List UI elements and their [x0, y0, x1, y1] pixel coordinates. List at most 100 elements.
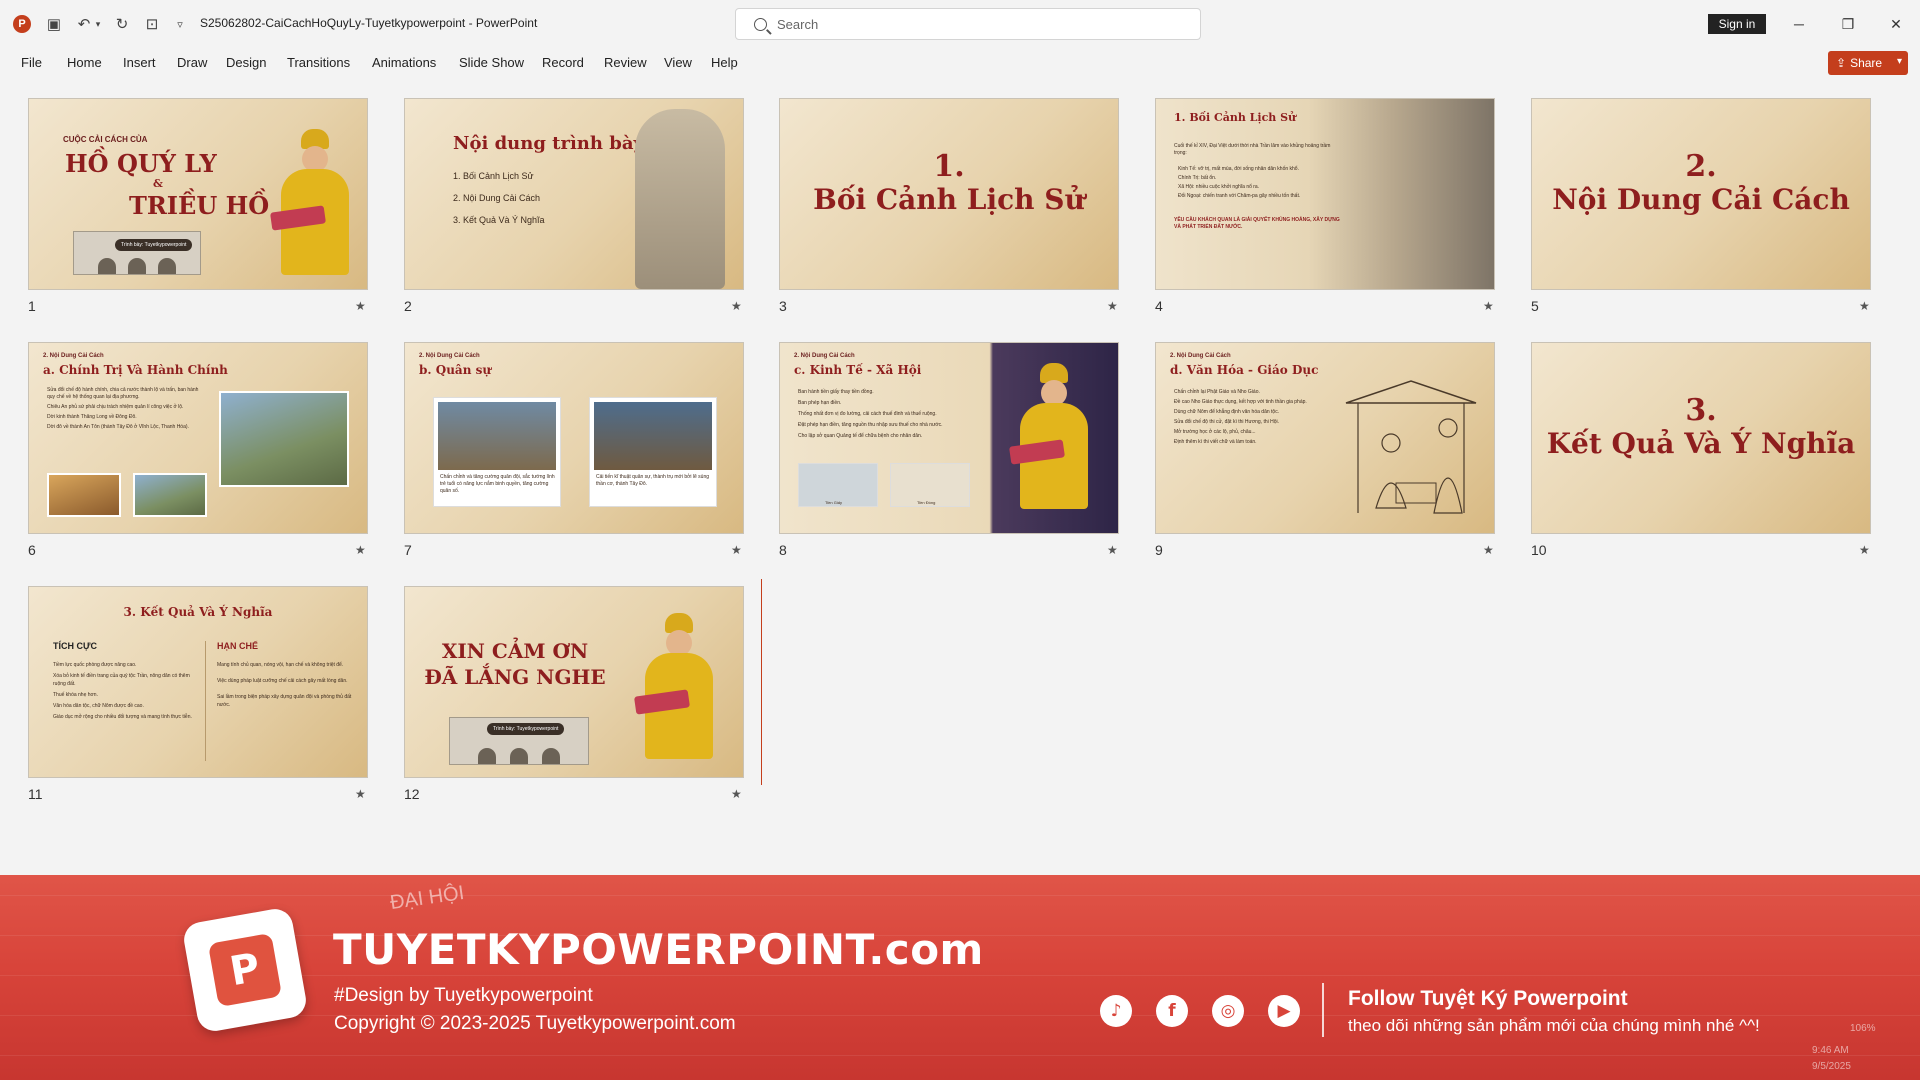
slide-7-title: b. Quân sự	[419, 363, 492, 377]
list-item: Thuế khóa nhẹ hơn.	[53, 692, 98, 698]
transition-star-icon: ★	[1859, 543, 1870, 557]
bullet-item: Sửa đổi chế độ hành chính, chia cả nước …	[47, 387, 199, 400]
slide-thumbnail-9[interactable]: 2. Nội Dung Cải Cách d. Văn Hóa - Giáo D…	[1155, 342, 1495, 534]
zoom-level: 106%	[1850, 1023, 1876, 1034]
banner-divider	[1322, 983, 1324, 1037]
tab-record[interactable]: Record	[542, 55, 584, 70]
slide-thumbnail-6[interactable]: 2. Nội Dung Cải Cách a. Chính Trị Và Hàn…	[28, 342, 368, 534]
insertion-cursor	[761, 579, 762, 785]
undo-dropdown-icon[interactable]: ▾	[92, 14, 104, 34]
citadel-photo	[219, 391, 349, 487]
slide-thumbnail-3[interactable]: 1. Bối Cảnh Lịch Sử	[779, 98, 1119, 290]
undo-icon[interactable]: ↶	[74, 14, 94, 34]
slide-12-line2: ĐÃ LẮNG NGHE	[424, 665, 606, 689]
slide-thumbnail-8[interactable]: 2. Nội Dung Cải Cách c. Kinh Tế - Xã Hội…	[779, 342, 1119, 534]
slide-10-number: 3.	[1685, 393, 1717, 428]
agenda-item: 3. Kết Quả Và Ý Nghĩa	[453, 215, 545, 225]
title-bar: P ▣ ↶ ▾ ↻ ⊡ ▿ S25062802-CaiCachHoQuyLy-T…	[0, 0, 1920, 48]
bullet-item: Chiêu An phủ sứ phải chịu trách nhiệm qu…	[47, 404, 184, 410]
list-item: Tiềm lực quốc phòng được nâng cao.	[53, 662, 137, 668]
share-dropdown-icon[interactable]: ▾	[1897, 56, 1902, 67]
slide-4-title: 1. Bối Cảnh Lịch Sử	[1174, 111, 1297, 124]
tab-insert[interactable]: Insert	[123, 55, 156, 70]
search-box[interactable]: Search	[735, 8, 1201, 40]
slide-thumbnail-10[interactable]: 3. Kết Quả Và Ý Nghĩa	[1531, 342, 1871, 534]
citadel-image	[73, 231, 201, 275]
instagram-icon[interactable]: ◎	[1212, 995, 1244, 1027]
facebook-icon[interactable]: f	[1156, 995, 1188, 1027]
coin-image: Tiền Đồng	[890, 463, 970, 507]
slide-thumbnail-11[interactable]: 3. Kết Quả Và Ý Nghĩa TÍCH CỰC HẠN CHẾ T…	[28, 586, 368, 778]
share-button[interactable]: ⇪ Share ▾	[1828, 51, 1908, 75]
bullet-item: Định thêm kì thi viết chữ và làm toán.	[1174, 439, 1257, 445]
slide-6-kicker: 2. Nội Dung Cải Cách	[43, 353, 104, 359]
tab-animations[interactable]: Animations	[372, 55, 436, 70]
bullet-item: Kinh Tế: vỡ trị, mất mùa, đời sống nhân …	[1178, 166, 1299, 172]
negative-list: Mang tính chủ quan, nóng vội, hạn chế và…	[217, 661, 353, 709]
transition-star-icon: ★	[1107, 299, 1118, 313]
bullet-item: Sửa đổi chế độ thi cử, đặt kì thi Hương,…	[1174, 419, 1280, 425]
slide-thumbnail-7[interactable]: 2. Nội Dung Cải Cách b. Quân sự Chấn chỉ…	[404, 342, 744, 534]
slide-8-title: c. Kinh Tế - Xã Hội	[794, 363, 922, 377]
tab-slide-show[interactable]: Slide Show	[459, 55, 524, 70]
slide-thumbnail-1[interactable]: CUỘC CẢI CÁCH CỦA HỒ QUÝ LY & TRIỀU HỒ T…	[28, 98, 368, 290]
bullet-item: Ban phép hạn điền.	[798, 400, 842, 406]
redo-icon[interactable]: ↻	[112, 14, 132, 34]
tab-design[interactable]: Design	[226, 55, 266, 70]
slide-number-8: 8	[779, 542, 787, 558]
column-divider	[205, 641, 206, 761]
customize-toolbar-icon[interactable]: ▿	[170, 14, 190, 34]
minimize-icon[interactable]: ─	[1784, 10, 1814, 38]
bullet-item: Xã Hội: nhiều cuộc khởi nghĩa nổ ra.	[1178, 184, 1260, 190]
slide-4-note: YÊU CẦU KHÁCH QUAN LÀ GIẢI QUYẾT KHỦNG H…	[1174, 217, 1340, 230]
agenda-item: 1. Bối Cảnh Lịch Sử	[453, 171, 534, 181]
gate-photo	[133, 473, 207, 517]
bullet-item: Cho lập sở quan Quảng tế để chữa bệnh ch…	[798, 433, 923, 439]
tab-home[interactable]: Home	[67, 55, 102, 70]
list-item: Văn hóa dân tộc, chữ Nôm được đề cao.	[53, 703, 144, 709]
close-icon[interactable]: ✕	[1881, 10, 1911, 38]
slide-thumbnail-2[interactable]: Nội dung trình bày 1. Bối Cảnh Lịch Sử 2…	[404, 98, 744, 290]
tab-draw[interactable]: Draw	[177, 55, 207, 70]
slide-6-bullets: Sửa đổi chế độ hành chính, chia cả nước …	[47, 387, 207, 431]
design-by-text: #Design by Tuyetkypowerpoint	[334, 985, 593, 1006]
tab-transitions[interactable]: Transitions	[287, 55, 350, 70]
tab-review[interactable]: Review	[604, 55, 647, 70]
restore-icon[interactable]: ❐	[1833, 10, 1863, 38]
copyright-text: Copyright © 2023-2025 Tuyetkypowerpoint.…	[334, 1013, 736, 1034]
slide-9-kicker: 2. Nội Dung Cải Cách	[1170, 353, 1231, 359]
search-placeholder: Search	[777, 16, 819, 32]
present-from-beginning-icon[interactable]: ⊡	[142, 14, 162, 34]
slide-thumbnail-12[interactable]: XIN CẢM ƠN ĐÃ LẮNG NGHE Trình bày: Tuyet…	[404, 586, 744, 778]
list-item: Xóa bỏ kinh tế điền trang của quý tộc Tr…	[53, 673, 190, 687]
youtube-icon[interactable]: ▶	[1268, 995, 1300, 1027]
slide-5-number: 2.	[1685, 149, 1717, 184]
tab-view[interactable]: View	[664, 55, 692, 70]
tab-file[interactable]: File	[21, 55, 42, 70]
agenda-item: 2. Nội Dung Cải Cách	[453, 193, 541, 203]
coin-label: Tiền Đồng	[917, 500, 936, 505]
scholar-sketch-image	[1345, 380, 1477, 514]
brand-name: TUYETKYPOWERPOINT.com	[333, 925, 984, 974]
tab-help[interactable]: Help	[711, 55, 738, 70]
slide-sorter: CUỘC CẢI CÁCH CỦA HỒ QUÝ LY & TRIỀU HỒ T…	[0, 80, 1920, 875]
slide-4-intro: Cuối thế kỉ XIV, Đại Việt dưới thời nhà …	[1174, 143, 1331, 156]
paper-money-image: Tiền Giấy	[798, 463, 878, 507]
slide-number-3: 3	[779, 298, 787, 314]
bullet-item: Chấn chỉnh lại Phật Giáo và Nho Giáo.	[1174, 389, 1260, 395]
military-card-2: Cải tiến kĩ thuật quân sự, thành trụ mới…	[589, 397, 717, 507]
slide-thumbnail-4[interactable]: 1. Bối Cảnh Lịch Sử Cuối thế kỉ XIV, Đại…	[1155, 98, 1495, 290]
sign-in-button[interactable]: Sign in	[1708, 14, 1766, 34]
taskbar-clock: 9:46 AM	[1812, 1045, 1849, 1056]
slide-3-number: 1.	[933, 149, 965, 184]
caption-1: Chấn chỉnh và tăng cường quân đội, sắc t…	[440, 474, 555, 494]
bullet-item: Ban hành tiền giấy thay tiền đồng.	[798, 389, 874, 395]
slide-8-bullets: Ban hành tiền giấy thay tiền đồng. Ban p…	[798, 387, 988, 442]
tiktok-icon[interactable]: ♪	[1100, 995, 1132, 1027]
bullet-item: Đề cao Nho Giáo thực dụng, kết hợp với t…	[1174, 399, 1307, 405]
army-image	[438, 402, 556, 470]
save-icon[interactable]: ▣	[44, 14, 64, 34]
slide-thumbnail-5[interactable]: 2. Nội Dung Cải Cách	[1531, 98, 1871, 290]
positive-list: Tiềm lực quốc phòng được nâng cao. Xóa b…	[53, 661, 199, 721]
slide-1-title-b: TRIỀU HỒ	[129, 191, 270, 220]
